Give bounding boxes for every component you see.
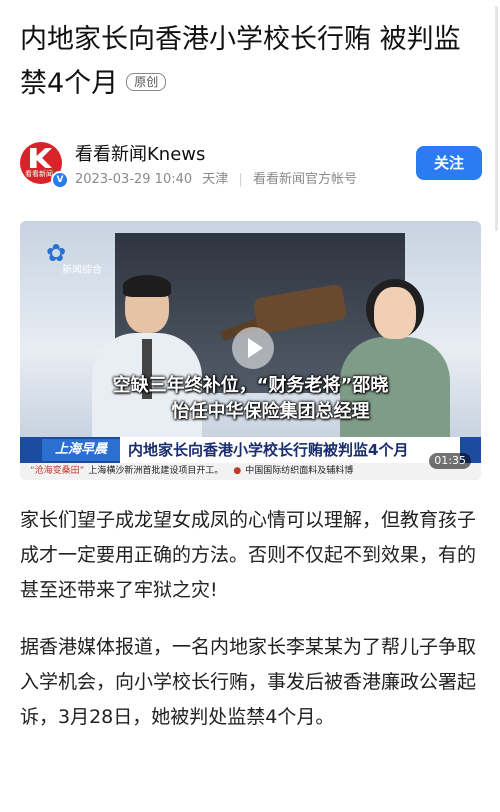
account-type: 看看新闻官方帐号: [252, 172, 357, 187]
video-headline: 内地家长向香港小学校长行贿被判监4个月: [120, 437, 460, 463]
ticker-text-2: 中国国际纺织面料及辅料博: [245, 466, 354, 476]
article-title-text: 内地家长向香港小学校长行贿 被判监禁4个月: [20, 24, 461, 99]
author-row: 看看新闻 V 看看新闻Knews 2023-03-29 10:40 天津 | 看…: [20, 140, 482, 189]
knews-logo-icon: [30, 148, 52, 168]
article-title: 内地家长向香港小学校长行贿 被判监禁4个月 原创: [20, 18, 480, 106]
play-icon[interactable]: [232, 327, 274, 369]
verified-icon: V: [51, 171, 69, 189]
video-player[interactable]: ✿ 新闻综合 空缺三年终补位，“财务老将”邵晓 怡任中华保险集团总经理 上海早晨…: [20, 221, 481, 480]
ticker-text-1: 上海横沙新洲首批建设项目开工。: [88, 466, 224, 476]
follow-button[interactable]: 关注: [416, 146, 482, 180]
original-tag: 原创: [126, 72, 167, 91]
meta-divider: |: [238, 172, 243, 187]
channel-name: 新闻综合: [62, 265, 102, 276]
overlay-title-line2: 怡任中华保险集团总经理: [171, 401, 370, 422]
author-name[interactable]: 看看新闻Knews: [75, 140, 205, 166]
publish-location: 天津: [202, 172, 229, 187]
ticker-highlight: “沧海变桑田”: [30, 466, 85, 476]
article-paragraph-2: 据香港媒体报道，一名内地家长李某某为了帮儿子争取入学机会，向小学校长行贿，事发后…: [20, 636, 477, 728]
scrollbar[interactable]: [495, 6, 498, 231]
avatar-logo-text: 看看新闻: [25, 170, 53, 178]
article-paragraph-1: 家长们望子成龙望女成凤的心情可以理解，但教育孩子成才一定要用正确的方法。否则不仅…: [20, 509, 477, 601]
news-ticker: “沧海变桑田” 上海横沙新洲首批建设项目开工。 ● 中国国际纺织面料及辅料博: [20, 463, 481, 480]
publish-datetime: 2023-03-29 10:40: [75, 172, 193, 187]
author-meta: 2023-03-29 10:40 天津 | 看看新闻官方帐号: [75, 168, 363, 187]
ticker-bullet: ●: [233, 466, 242, 476]
article-body: 家长们望子成龙望女成凤的心情可以理解，但教育孩子成才一定要用正确的方法。否则不仅…: [20, 503, 482, 757]
overlay-title-line1: 空缺三年终补位，“财务老将”邵晓: [112, 375, 389, 396]
video-overlay-title: 空缺三年终补位，“财务老将”邵晓 怡任中华保险集团总经理: [20, 373, 481, 425]
program-badge: 上海早晨: [42, 439, 120, 461]
video-duration: 01:35: [429, 453, 471, 469]
